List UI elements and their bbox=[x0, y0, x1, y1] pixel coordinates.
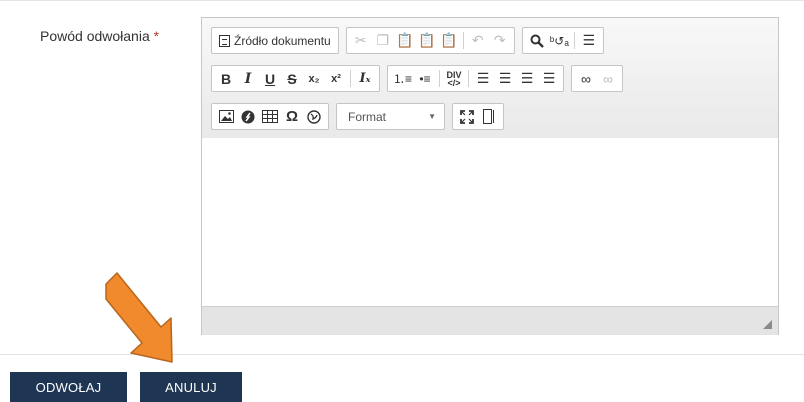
subscript-icon[interactable]: x₂ bbox=[303, 67, 325, 90]
clipboard-group: ✂ ❐ 📋 📋 📋 ↶ ↷ bbox=[345, 27, 515, 54]
numbered-list-icon[interactable]: ⒈≡ bbox=[391, 67, 414, 90]
align-right-icon[interactable]: ☰ bbox=[516, 67, 538, 90]
redo-icon[interactable]: ↷ bbox=[489, 29, 511, 52]
replace-icon[interactable]: ᵇ↺ₐ bbox=[548, 29, 571, 52]
copy-icon[interactable]: ❐ bbox=[372, 29, 394, 52]
paragraph-group: ⒈≡ •≡ DIV </> ☰ ☰ ☰ ☰ bbox=[387, 65, 565, 92]
cut-icon[interactable]: ✂ bbox=[350, 29, 372, 52]
image-icon[interactable] bbox=[215, 105, 237, 128]
rich-text-editor: Źródło dokumentu ✂ ❐ 📋 📋 📋 ↶ ↷ ᵇ↺ₐ ☰ B I… bbox=[201, 17, 779, 335]
cancel-button[interactable]: ANULUJ bbox=[140, 372, 242, 402]
editor-toolbar: Źródło dokumentu ✂ ❐ 📋 📋 📋 ↶ ↷ ᵇ↺ₐ ☰ B I… bbox=[202, 18, 778, 139]
show-blocks-icon[interactable] bbox=[478, 105, 500, 128]
strikethrough-icon[interactable]: S bbox=[281, 67, 303, 90]
toolbar-row-2: B I U S x₂ x² Iₓ ⒈≡ •≡ DIV </> ☰ ☰ ☰ ☰ ∞… bbox=[211, 65, 624, 92]
find-icon[interactable] bbox=[526, 29, 548, 52]
align-center-icon[interactable]: ☰ bbox=[494, 67, 516, 90]
bold-icon[interactable]: B bbox=[215, 67, 237, 90]
unlink-icon[interactable]: ∞ bbox=[597, 67, 619, 90]
special-char-icon[interactable]: Ω bbox=[281, 105, 303, 128]
separator bbox=[468, 70, 470, 87]
iframe-icon[interactable] bbox=[303, 105, 325, 128]
format-group: Format ▼ bbox=[336, 103, 445, 130]
paste-text-icon[interactable]: 📋 bbox=[416, 29, 438, 52]
paste-icon[interactable]: 📋 bbox=[394, 29, 416, 52]
links-group: ∞ ∞ bbox=[571, 65, 624, 92]
form-divider bbox=[0, 354, 804, 355]
bulleted-list-icon[interactable]: •≡ bbox=[414, 67, 436, 90]
basic-styles-group: B I U S x₂ x² Iₓ bbox=[211, 65, 380, 92]
toolbar-row-1: Źródło dokumentu ✂ ❐ 📋 📋 📋 ↶ ↷ ᵇ↺ₐ ☰ bbox=[211, 27, 604, 54]
submit-button[interactable]: ODWOŁAJ bbox=[10, 372, 127, 402]
table-icon[interactable] bbox=[259, 105, 281, 128]
source-icon bbox=[219, 34, 230, 47]
insert-group: Ω bbox=[211, 103, 329, 130]
source-button-label: Źródło dokumentu bbox=[234, 33, 331, 48]
align-left-icon[interactable]: ☰ bbox=[472, 67, 494, 90]
find-group: ᵇ↺ₐ ☰ bbox=[521, 27, 604, 54]
top-divider bbox=[0, 0, 804, 1]
flash-icon[interactable] bbox=[237, 105, 259, 128]
separator bbox=[350, 70, 351, 87]
link-icon[interactable]: ∞ bbox=[575, 67, 597, 90]
div-container-icon[interactable]: DIV </> bbox=[443, 67, 465, 90]
remove-format-icon[interactable]: Iₓ bbox=[354, 67, 376, 90]
chevron-down-icon: ▼ bbox=[428, 112, 436, 121]
select-all-icon[interactable]: ☰ bbox=[578, 29, 600, 52]
required-marker: * bbox=[153, 28, 160, 44]
separator bbox=[573, 32, 575, 49]
separator bbox=[462, 32, 464, 49]
format-dropdown[interactable]: Format ▼ bbox=[339, 105, 442, 128]
document-group: Źródło dokumentu bbox=[211, 27, 339, 54]
editor-status-bar bbox=[202, 306, 778, 335]
justify-icon[interactable]: ☰ bbox=[538, 67, 560, 90]
toolbar-row-3: Ω Format ▼ bbox=[211, 103, 504, 130]
field-label-text: Powód odwołania bbox=[40, 28, 150, 44]
tools-group bbox=[452, 103, 504, 130]
maximize-icon[interactable] bbox=[456, 105, 478, 128]
editor-content-area[interactable] bbox=[202, 138, 778, 306]
resize-handle-icon[interactable] bbox=[763, 320, 772, 329]
paste-word-icon[interactable]: 📋 bbox=[438, 29, 460, 52]
separator bbox=[439, 70, 441, 87]
field-label: Powód odwołania * bbox=[40, 28, 159, 44]
undo-icon[interactable]: ↶ bbox=[467, 29, 489, 52]
format-dropdown-label: Format bbox=[348, 109, 387, 124]
underline-icon[interactable]: U bbox=[259, 67, 281, 90]
source-button[interactable]: Źródło dokumentu bbox=[215, 29, 335, 52]
superscript-icon[interactable]: x² bbox=[325, 67, 347, 90]
italic-icon[interactable]: I bbox=[237, 67, 259, 90]
